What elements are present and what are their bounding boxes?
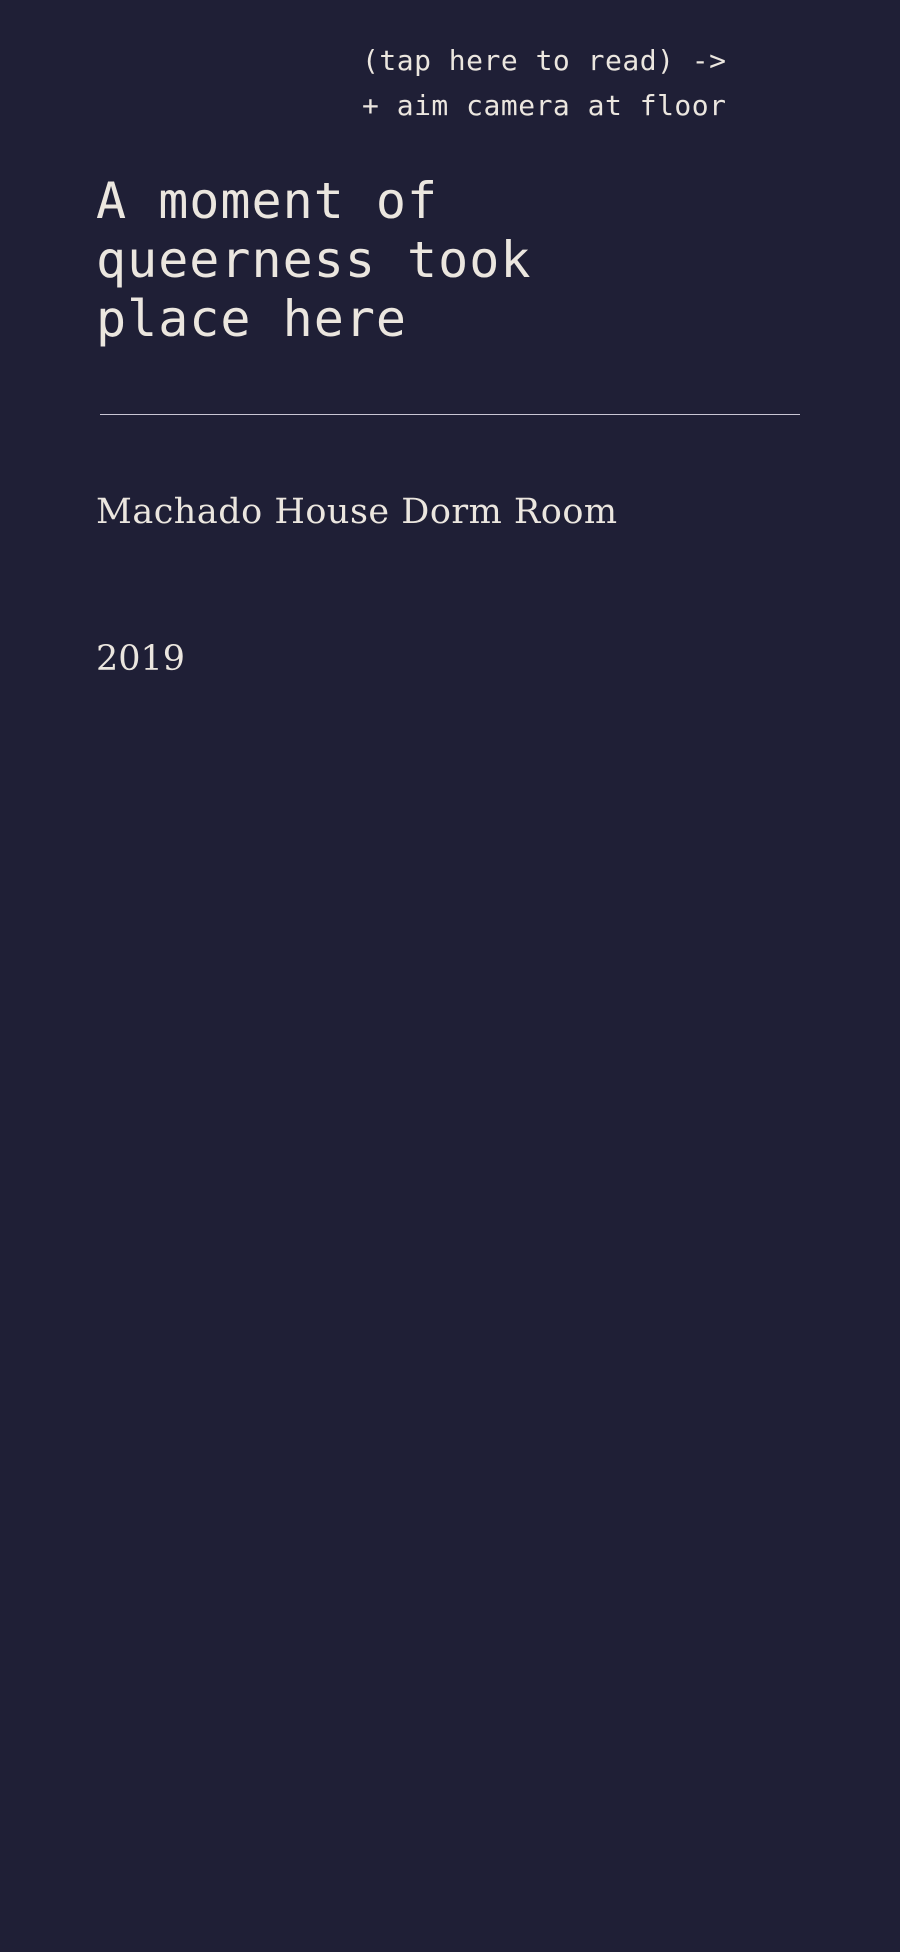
tap-to-read-label[interactable]: (tap here to read) -> xyxy=(362,38,782,83)
aim-camera-instruction: + aim camera at floor xyxy=(362,89,727,122)
year: 2019 xyxy=(96,639,186,679)
title-line-1: A moment of xyxy=(96,172,439,230)
page: (tap here to read) -> + aim camera at fl… xyxy=(0,0,900,1952)
tap-to-read-hint[interactable]: (tap here to read) -> + aim camera at fl… xyxy=(362,38,782,128)
divider xyxy=(100,414,800,415)
title-line-3: place here xyxy=(96,290,408,348)
title-line-2: queerness took xyxy=(96,231,532,289)
page-title: A moment of queerness took place here xyxy=(96,172,656,349)
location-name: Machado House Dorm Room xyxy=(96,492,618,532)
